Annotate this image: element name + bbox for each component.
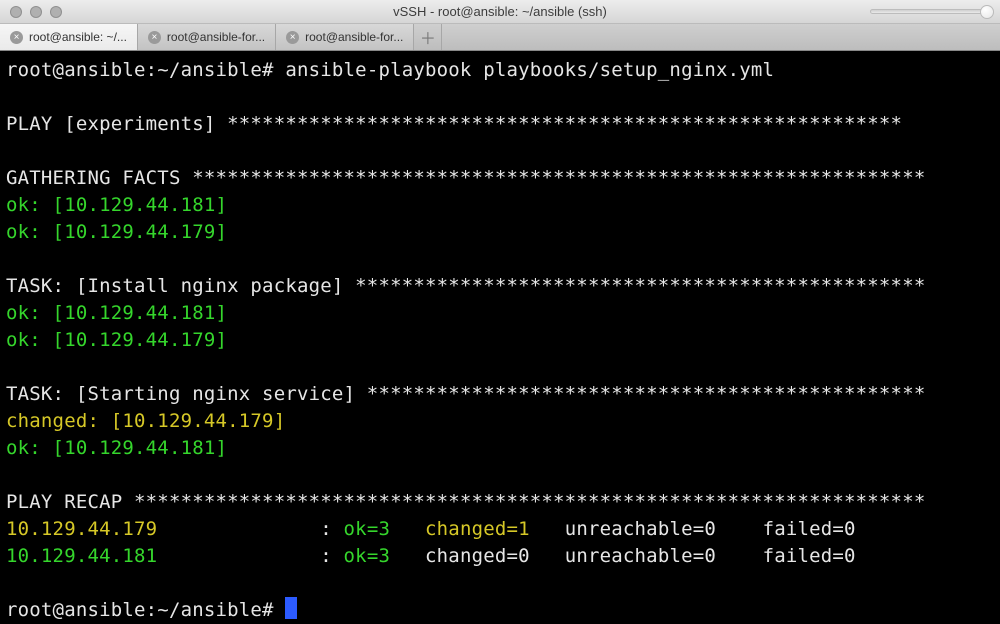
shell-prompt: root@ansible:~/ansible# bbox=[6, 599, 285, 621]
close-icon[interactable]: × bbox=[10, 31, 23, 44]
gathering-facts-header: GATHERING FACTS ************************… bbox=[6, 167, 937, 189]
command-text: ansible-playbook playbooks/setup_nginx.y… bbox=[285, 59, 774, 81]
tab-label: root@ansible-for... bbox=[167, 30, 265, 44]
shell-prompt: root@ansible:~/ansible# bbox=[6, 59, 285, 81]
recap-changed: changed=1 bbox=[425, 518, 565, 540]
task-header: TASK: [Install nginx package] **********… bbox=[6, 275, 937, 297]
terminal-output[interactable]: root@ansible:~/ansible# ansible-playbook… bbox=[0, 51, 1000, 624]
slider-thumb[interactable] bbox=[980, 5, 994, 19]
tab-2[interactable]: × root@ansible-for... bbox=[138, 24, 276, 50]
ok-line: ok: [10.129.44.181] bbox=[6, 194, 227, 216]
plus-icon: ＋ bbox=[420, 25, 436, 49]
font-size-slider[interactable] bbox=[870, 5, 990, 19]
window-titlebar: vSSH - root@ansible: ~/ansible (ssh) bbox=[0, 0, 1000, 24]
recap-colon: : bbox=[320, 518, 343, 540]
window-title: vSSH - root@ansible: ~/ansible (ssh) bbox=[0, 4, 1000, 19]
changed-line: changed: [10.129.44.179] bbox=[6, 410, 285, 432]
recap-pad bbox=[157, 518, 320, 540]
play-recap-header: PLAY RECAP *****************************… bbox=[6, 491, 937, 513]
recap-colon: : bbox=[320, 545, 343, 567]
ok-line: ok: [10.129.44.181] bbox=[6, 302, 227, 324]
recap-host: 10.129.44.181 bbox=[6, 545, 157, 567]
recap-changed: changed=0 bbox=[425, 545, 565, 567]
recap-rest: unreachable=0 failed=0 bbox=[565, 518, 891, 540]
tab-label: root@ansible: ~/... bbox=[29, 30, 127, 44]
recap-pad bbox=[157, 545, 320, 567]
tab-3[interactable]: × root@ansible-for... bbox=[276, 24, 414, 50]
minimize-window-button[interactable] bbox=[30, 6, 42, 18]
slider-track bbox=[870, 9, 990, 14]
cursor bbox=[285, 597, 297, 619]
tab-1[interactable]: × root@ansible: ~/... bbox=[0, 24, 138, 50]
recap-ok: ok=3 bbox=[344, 518, 425, 540]
recap-rest: unreachable=0 failed=0 bbox=[565, 545, 891, 567]
task-header: TASK: [Starting nginx service] *********… bbox=[6, 383, 937, 405]
ok-line: ok: [10.129.44.179] bbox=[6, 221, 227, 243]
traffic-lights bbox=[10, 6, 62, 18]
tab-label: root@ansible-for... bbox=[305, 30, 403, 44]
zoom-window-button[interactable] bbox=[50, 6, 62, 18]
recap-ok: ok=3 bbox=[344, 545, 425, 567]
ok-line: ok: [10.129.44.179] bbox=[6, 329, 227, 351]
close-icon[interactable]: × bbox=[148, 31, 161, 44]
tab-bar: × root@ansible: ~/... × root@ansible-for… bbox=[0, 24, 1000, 51]
new-tab-button[interactable]: ＋ bbox=[414, 24, 442, 50]
play-header: PLAY [experiments] *********************… bbox=[6, 113, 914, 135]
ok-line: ok: [10.129.44.181] bbox=[6, 437, 227, 459]
close-window-button[interactable] bbox=[10, 6, 22, 18]
close-icon[interactable]: × bbox=[286, 31, 299, 44]
recap-host: 10.129.44.179 bbox=[6, 518, 157, 540]
